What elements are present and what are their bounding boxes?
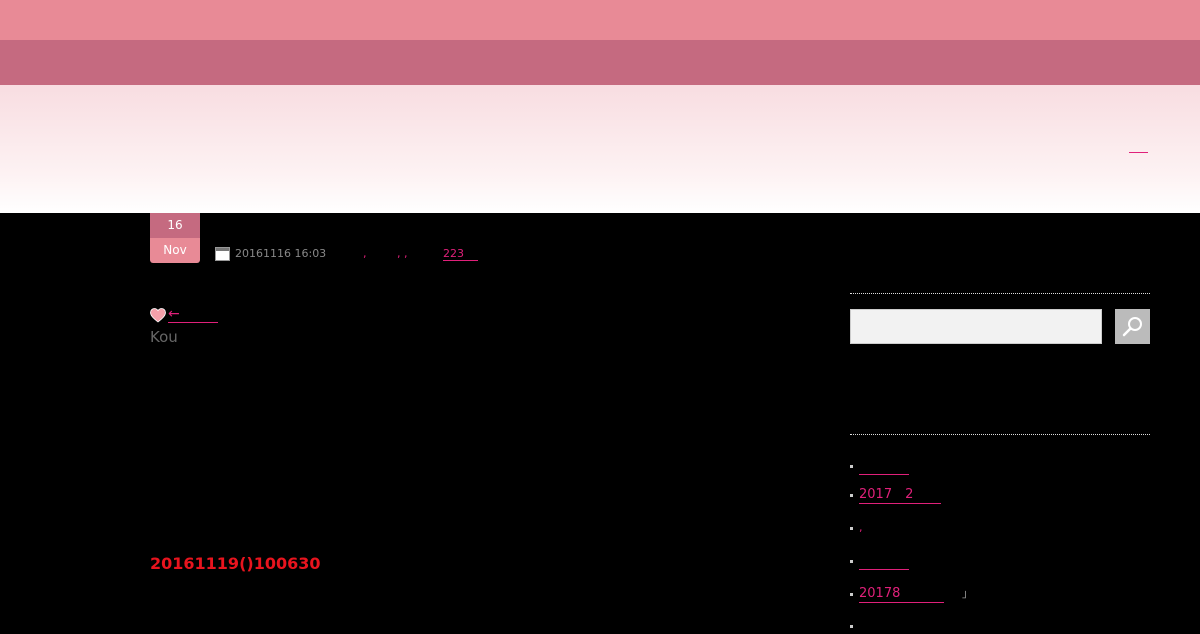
list-item-link[interactable] bbox=[859, 458, 909, 475]
category-separator: , bbox=[363, 247, 367, 260]
list-bullet bbox=[850, 527, 853, 530]
header-area bbox=[0, 85, 1200, 213]
calendar-icon bbox=[215, 247, 230, 261]
search-input[interactable] bbox=[850, 309, 1102, 344]
highlight-date-text: 20161119()100630 bbox=[150, 554, 321, 573]
search-icon bbox=[1122, 317, 1142, 337]
top-banner bbox=[0, 0, 1200, 40]
comment-count-link[interactable]: 223 bbox=[443, 247, 478, 261]
nav-bar bbox=[0, 40, 1200, 85]
list-bullet bbox=[850, 625, 853, 628]
list-bullet bbox=[850, 494, 853, 497]
list-bullet bbox=[850, 465, 853, 468]
list-bullet bbox=[850, 560, 853, 563]
header-link[interactable] bbox=[1129, 140, 1148, 153]
date-badge-day: 16 bbox=[150, 213, 200, 238]
list-item-link[interactable]: 2017 2 bbox=[859, 487, 942, 504]
list-bullet bbox=[850, 593, 853, 596]
list-item-link[interactable] bbox=[859, 553, 909, 570]
date-badge-month: Nov bbox=[150, 238, 200, 263]
list-item-link[interactable]: 20178 bbox=[859, 586, 945, 603]
post-author: Kou bbox=[150, 328, 178, 346]
heart-icon bbox=[150, 308, 166, 323]
search-button[interactable] bbox=[1115, 309, 1150, 344]
category-separator: , bbox=[404, 247, 408, 260]
sidebar-divider bbox=[850, 434, 1150, 435]
sidebar-divider bbox=[850, 293, 1150, 294]
list-item-note: 」 bbox=[962, 587, 973, 600]
list-item-separator: , bbox=[859, 521, 863, 534]
post-datetime: 20161116 16:03 bbox=[235, 247, 327, 260]
category-separator: , bbox=[397, 247, 401, 260]
back-link[interactable]: ← bbox=[168, 306, 218, 323]
date-badge: 16 Nov bbox=[150, 213, 200, 263]
